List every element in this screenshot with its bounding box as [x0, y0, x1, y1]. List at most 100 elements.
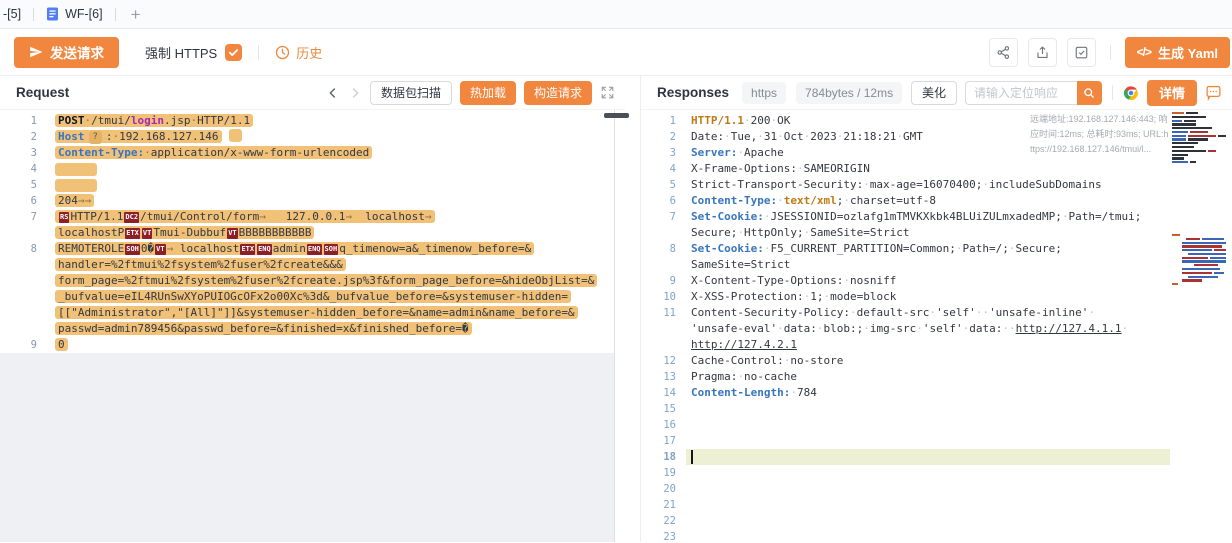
request-line[interactable]: 8REMOTEROLESOH0�VT→ localhostETXENQadmin…	[0, 241, 625, 257]
code-token: VT	[155, 244, 165, 255]
construct-request-button[interactable]: 构造请求	[524, 81, 592, 105]
beautify-button[interactable]: 美化	[911, 81, 957, 105]
request-line[interactable]: passwd=admin789456&passwd_before=&finish…	[0, 321, 625, 337]
code-token: →	[259, 210, 286, 223]
response-line[interactable]: 13Pragma:·no-cache	[641, 369, 1232, 385]
add-tab-button[interactable]: +	[116, 6, 156, 23]
minimap-line	[1172, 272, 1230, 274]
response-line[interactable]: 7Set-Cookie:·JSESSIONID=ozlafg1mTMVKXkbk…	[641, 209, 1232, 225]
code-line-content: Set-Cookie:·JSESSIONID=ozlafg1mTMVKXkbk4…	[686, 209, 1141, 225]
edit-button[interactable]	[1067, 38, 1096, 67]
response-line[interactable]: 14Content-Length:·784	[641, 385, 1232, 401]
code-token: login	[131, 114, 164, 127]
packet-scan-button[interactable]: 数据包扫描	[370, 81, 452, 105]
response-line[interactable]: 23	[641, 529, 1232, 542]
request-line[interactable]: 7RSHTTP/1.1DC2/tmui/Control/form→ 127.0.…	[0, 209, 625, 225]
code-token: /tmui/Control/form	[140, 210, 259, 223]
response-line[interactable]: 22	[641, 513, 1232, 529]
code-token: ETX	[240, 244, 255, 255]
line-number: 1	[0, 113, 37, 129]
generate-yaml-button[interactable]: </> 生成 Yaml	[1125, 37, 1230, 68]
history-label: 历史	[296, 43, 322, 62]
code-line-content: RSHTTP/1.1DC2/tmui/Control/form→ 127.0.0…	[58, 209, 435, 225]
chevron-left-icon[interactable]	[326, 86, 340, 100]
response-line[interactable]: 21	[641, 497, 1232, 513]
code-token: ·	[850, 306, 857, 319]
selection-highlight: form_page=%2ftmui%2fsystem%2fuser%2fcrea…	[55, 274, 597, 287]
code-token: Server:	[691, 146, 737, 159]
comment-icon[interactable]	[1205, 84, 1222, 101]
request-line[interactable]: _bufvalue=eIL4RUnSwXYoPUIOGcOFx2o00Xc%3d…	[0, 289, 625, 305]
request-line[interactable]: 90	[0, 337, 625, 353]
response-editor[interactable]: 远端地址:192.168.127.146:443; 响 应时间:12ms; 总耗…	[641, 110, 1232, 542]
response-line[interactable]: 10X-XSS-Protection:·1;·mode=block	[641, 289, 1232, 305]
minimap[interactable]	[1172, 112, 1230, 165]
response-line[interactable]: http://127.4.2.1	[641, 337, 1232, 353]
response-line[interactable]: SameSite=Strict	[641, 257, 1232, 273]
response-line[interactable]: 15	[641, 401, 1232, 417]
response-line[interactable]: 18	[641, 449, 1232, 465]
response-line[interactable]: 6Content-Type:·text/xml;·charset=utf-8	[641, 193, 1232, 209]
minimap[interactable]	[1172, 234, 1230, 287]
minimap-line	[1172, 154, 1230, 156]
code-token: Date:	[691, 130, 724, 143]
request-line[interactable]: form_page=%2ftmui%2fsystem%2fuser%2fcrea…	[0, 273, 625, 289]
response-line[interactable]: 20	[641, 481, 1232, 497]
response-line[interactable]: 9X-Content-Type-Options:·nosniff	[641, 273, 1232, 289]
request-line[interactable]: localhostPETXVTTmui-DubbufVTBBBBBBBBBBB	[0, 225, 625, 241]
search-button[interactable]	[1077, 81, 1102, 105]
request-line[interactable]: 3Content-Type:·application/x-www-form-ur…	[0, 145, 625, 161]
fullscreen-icon[interactable]	[600, 85, 615, 100]
response-line[interactable]: 'unsafe-eval'·data:·blob:;·img-src·'self…	[641, 321, 1232, 337]
response-line[interactable]: 17	[641, 433, 1232, 449]
search-input[interactable]	[965, 81, 1077, 105]
code-token: [["Administrator","[All]"]]&systemuser-h…	[58, 306, 575, 319]
selection-highlight: localhostPETXVTTmui-DubbufVTBBBBBBBBBBB	[55, 226, 314, 239]
code-token: Set-Cookie:	[691, 242, 764, 255]
request-editor[interactable]: 1POST·/tmui/login.jsp·HTTP/1.12Host?:·19…	[0, 110, 625, 542]
code-token: Oct	[784, 130, 804, 143]
tab-wf-6[interactable]: WF-[6]	[34, 0, 115, 28]
code-line-content	[686, 465, 691, 481]
minimap-line	[1172, 264, 1230, 266]
code-token: ·	[737, 226, 744, 239]
code-token: blob:;	[823, 322, 863, 335]
history-button[interactable]: 历史	[275, 43, 322, 62]
send-request-button[interactable]: 发送请求	[14, 37, 119, 68]
response-line[interactable]: Secure;·HttpOnly;·SameSite=Strict	[641, 225, 1232, 241]
force-https-checkbox[interactable]	[225, 44, 242, 61]
chrome-icon[interactable]	[1123, 85, 1139, 101]
line-number: 18	[641, 449, 676, 465]
code-token: →→	[78, 194, 91, 207]
code-token: REMOTEROLE	[58, 242, 124, 255]
chevron-right-icon[interactable]	[348, 86, 362, 100]
splitter-handle[interactable]	[604, 113, 629, 118]
code-line-content: Content-Type:·application/x-www-form-url…	[58, 145, 372, 161]
tab-wf-5[interactable]: -[5]	[0, 0, 33, 28]
response-line[interactable]: 16	[641, 417, 1232, 433]
response-line[interactable]: 5Strict-Transport-Security:·max-age=1607…	[641, 177, 1232, 193]
request-line[interactable]: 6204→→	[0, 193, 625, 209]
code-token: ·	[1088, 306, 1095, 319]
code-line-content	[686, 497, 691, 513]
code-token: ENQ	[257, 244, 272, 255]
request-line[interactable]: handler=%2ftmui%2fsystem%2fuser%2fcreate…	[0, 257, 625, 273]
hot-reload-button[interactable]: 热加载	[460, 81, 516, 105]
response-line[interactable]: 11Content-Security-Policy:·default-src·'…	[641, 305, 1232, 321]
request-line[interactable]: 2Host?:·192.168.127.146	[0, 129, 625, 145]
details-button[interactable]: 详情	[1147, 80, 1197, 106]
request-line[interactable]: 1POST·/tmui/login.jsp·HTTP/1.1	[0, 113, 625, 129]
share-button[interactable]	[989, 38, 1018, 67]
request-line[interactable]: 5	[0, 177, 625, 193]
export-button[interactable]	[1028, 38, 1057, 67]
code-token: ··	[1002, 322, 1015, 335]
request-line[interactable]: [["Administrator","[All]"]]&systemuser-h…	[0, 305, 625, 321]
response-line[interactable]: 8Set-Cookie:·F5_CURRENT_PARTITION=Common…	[641, 241, 1232, 257]
request-line[interactable]: 4	[0, 161, 625, 177]
response-header-actions: 美化 详情	[911, 80, 1222, 106]
code-token: BBBBBBBBBBB	[239, 226, 312, 239]
response-line[interactable]: 12Cache-Control:·no-store	[641, 353, 1232, 369]
minimap-line	[1172, 161, 1230, 163]
response-line[interactable]: 4X-Frame-Options:·SAMEORIGIN	[641, 161, 1232, 177]
response-line[interactable]: 19	[641, 465, 1232, 481]
